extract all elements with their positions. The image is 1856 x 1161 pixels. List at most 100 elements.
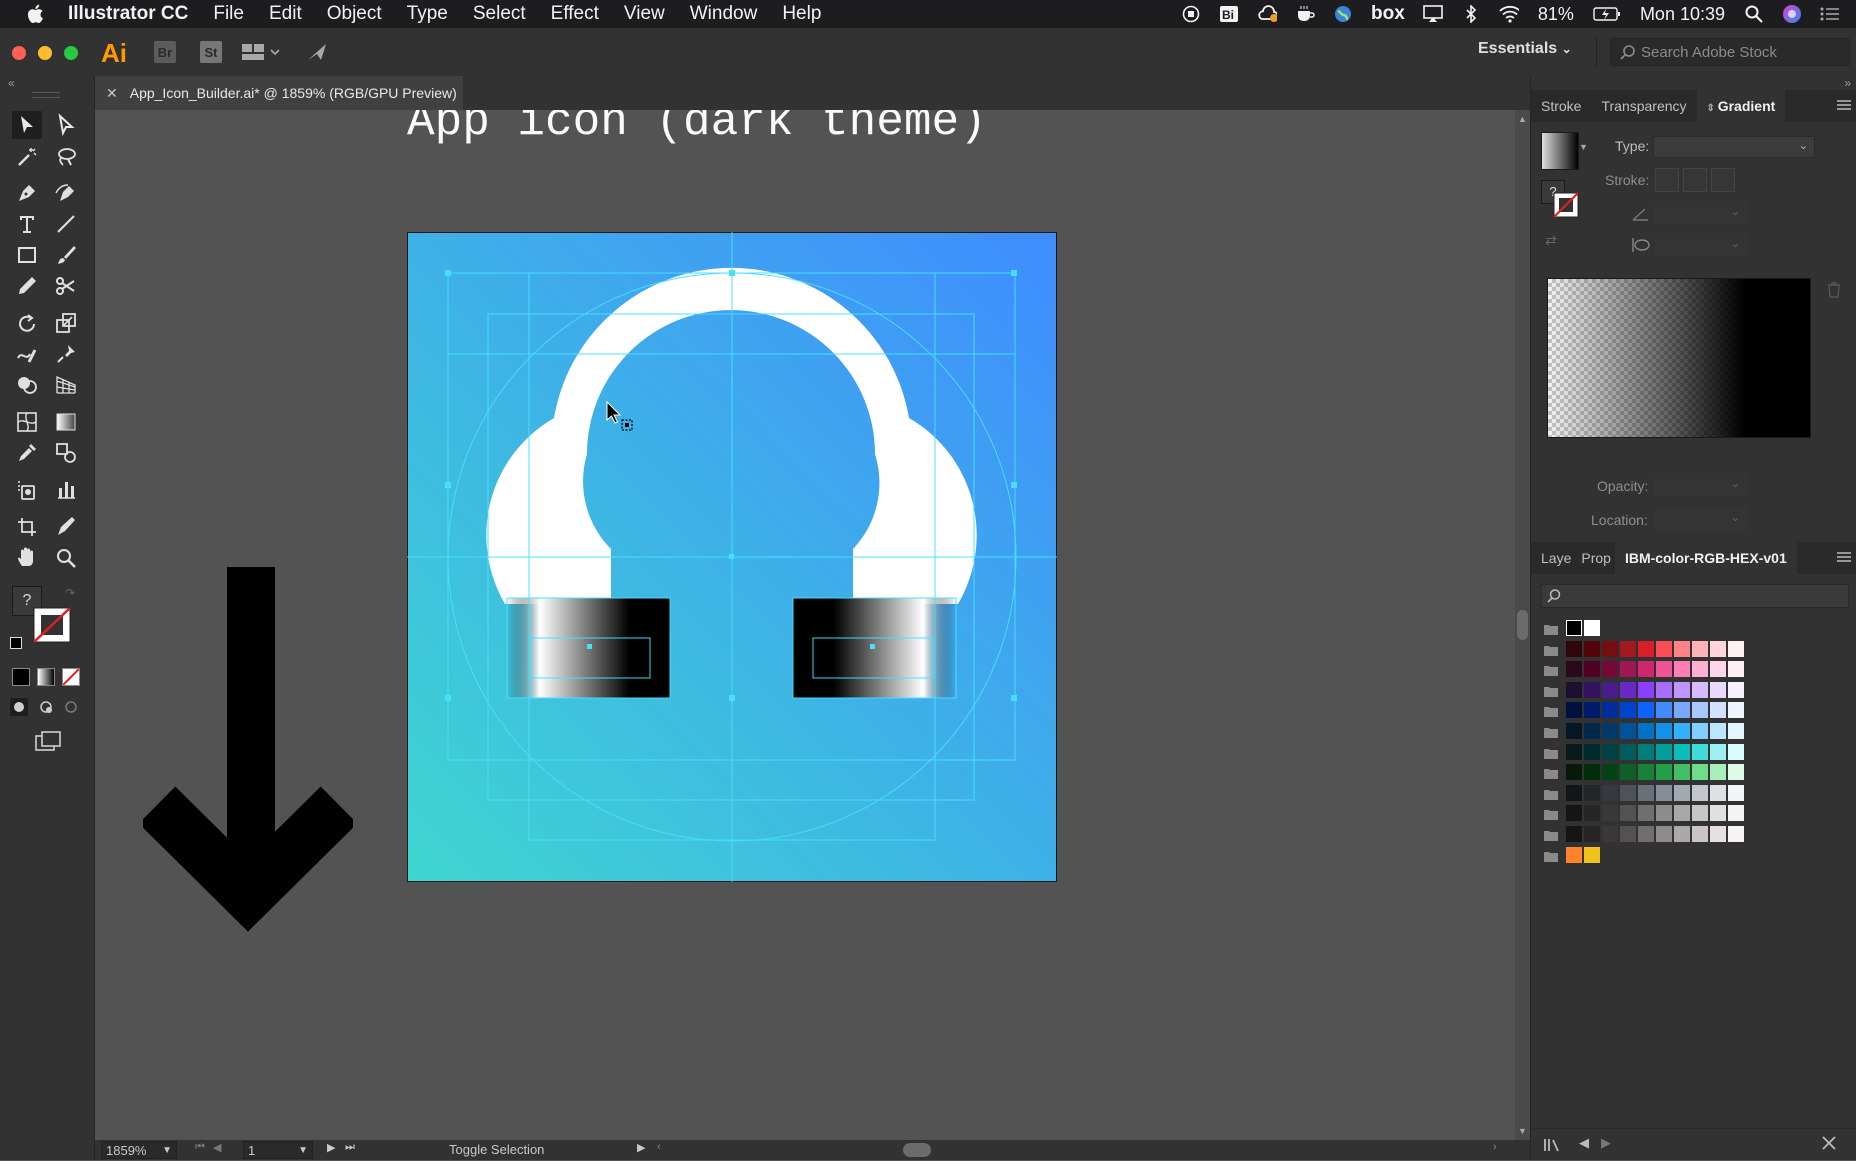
gradient-slider-preview[interactable] <box>1547 278 1811 438</box>
menu-window[interactable]: Window <box>690 3 758 25</box>
expand-panels-icon[interactable]: » <box>1844 76 1851 90</box>
folder-icon[interactable] <box>1544 849 1558 862</box>
color-swatch[interactable] <box>1566 723 1582 739</box>
color-swatch[interactable] <box>1692 826 1708 842</box>
color-swatch[interactable] <box>1620 826 1636 842</box>
gradient-stroke-swatch[interactable] <box>1553 192 1579 223</box>
selection-tool[interactable] <box>12 111 42 139</box>
paintbrush-tool[interactable] <box>51 241 81 269</box>
color-swatch[interactable] <box>1620 744 1636 760</box>
color-swatch[interactable] <box>1728 826 1744 842</box>
bridge-button[interactable]: Br <box>154 41 176 63</box>
color-swatch[interactable] <box>1710 805 1726 821</box>
swap-fill-stroke-icon[interactable]: ↷ <box>65 586 75 600</box>
wifi-icon[interactable] <box>1499 5 1519 23</box>
menu-view[interactable]: View <box>624 3 665 25</box>
color-swatch[interactable] <box>1710 702 1726 718</box>
scrollbar-thumb[interactable] <box>1517 610 1528 640</box>
color-swatch[interactable] <box>1566 805 1582 821</box>
color-swatch[interactable] <box>1692 682 1708 698</box>
color-swatch[interactable] <box>1602 682 1618 698</box>
symbol-sprayer-tool[interactable] <box>12 476 42 504</box>
stroke-along-button[interactable] <box>1683 168 1707 192</box>
warp-tool[interactable] <box>12 340 42 368</box>
menu-file[interactable]: File <box>213 3 244 25</box>
gradient-type-select[interactable]: ⌄ <box>1653 136 1815 158</box>
status-text[interactable]: Toggle Selection <box>449 1142 544 1157</box>
color-swatch[interactable] <box>1710 641 1726 657</box>
tab-stroke[interactable]: Stroke <box>1531 90 1591 122</box>
zoom-window-button[interactable] <box>64 46 78 60</box>
menu-type[interactable]: Type <box>407 3 448 25</box>
pencil-tool[interactable] <box>12 272 42 300</box>
lasso-tool[interactable] <box>51 143 81 171</box>
color-swatch[interactable] <box>1710 826 1726 842</box>
folder-icon[interactable] <box>1544 725 1558 738</box>
line-tool[interactable] <box>51 210 81 238</box>
color-swatch[interactable] <box>1602 723 1618 739</box>
color-swatch[interactable] <box>1584 744 1600 760</box>
color-swatch[interactable] <box>1692 661 1708 677</box>
draw-normal-icon[interactable] <box>10 698 28 716</box>
spotlight-icon[interactable] <box>1744 5 1764 23</box>
color-swatch[interactable] <box>1584 805 1600 821</box>
color-swatch[interactable] <box>1638 682 1654 698</box>
color-swatch[interactable] <box>1674 723 1690 739</box>
first-artboard-icon[interactable]: ⏮ <box>195 1141 205 1154</box>
creative-cloud-icon[interactable] <box>1257 5 1277 23</box>
toolbar-grip[interactable] <box>32 92 60 98</box>
hand-tool[interactable] <box>12 544 42 572</box>
color-swatch[interactable] <box>1638 805 1654 821</box>
siri-icon[interactable] <box>1782 5 1802 23</box>
slice-tool[interactable] <box>51 513 81 541</box>
next-artboard-icon[interactable]: ▶ <box>327 1141 335 1154</box>
screen-mode-icon[interactable] <box>34 730 62 759</box>
color-swatch[interactable] <box>1620 682 1636 698</box>
color-swatch[interactable] <box>1620 785 1636 801</box>
aspect-ratio-field[interactable]: ⌄ <box>1655 234 1747 256</box>
scissors-tool[interactable] <box>51 272 81 300</box>
color-swatch[interactable] <box>1728 764 1744 780</box>
previous-library-icon[interactable]: ◀ <box>1579 1135 1589 1151</box>
color-swatch[interactable] <box>1656 702 1672 718</box>
menu-help[interactable]: Help <box>782 3 821 25</box>
color-swatch[interactable] <box>1692 764 1708 780</box>
collapse-toolbar-icon[interactable]: « <box>8 76 15 90</box>
color-swatch[interactable] <box>1656 661 1672 677</box>
color-swatch[interactable] <box>1728 785 1744 801</box>
color-swatch[interactable] <box>1710 785 1726 801</box>
folder-icon[interactable] <box>1544 704 1558 717</box>
none-mode-button[interactable] <box>62 668 80 686</box>
color-swatch[interactable] <box>1638 661 1654 677</box>
location-field[interactable]: ⌄ <box>1655 508 1747 530</box>
color-swatch[interactable] <box>1638 744 1654 760</box>
color-swatch[interactable] <box>1728 805 1744 821</box>
chevron-down-icon[interactable]: ▼ <box>1579 142 1588 152</box>
close-icon[interactable]: ✕ <box>106 85 118 102</box>
arrange-documents-icon[interactable] <box>242 42 282 67</box>
folder-icon[interactable] <box>1544 828 1558 841</box>
color-swatch[interactable] <box>1710 723 1726 739</box>
color-swatch[interactable] <box>1566 702 1582 718</box>
color-swatch[interactable] <box>1674 682 1690 698</box>
folder-icon[interactable] <box>1544 663 1558 676</box>
scale-tool[interactable] <box>51 309 81 337</box>
draw-inside-icon[interactable] <box>62 698 80 721</box>
delete-stop-icon[interactable] <box>1827 282 1841 303</box>
color-swatch[interactable] <box>1584 682 1600 698</box>
color-swatch[interactable] <box>1602 826 1618 842</box>
color-swatch[interactable] <box>1566 661 1582 677</box>
folder-icon[interactable] <box>1544 622 1558 635</box>
color-swatch[interactable] <box>1602 641 1618 657</box>
color-swatch[interactable] <box>1602 702 1618 718</box>
color-swatch[interactable] <box>1674 785 1690 801</box>
document-tab[interactable]: ✕ App_Icon_Builder.ai* @ 1859% (RGB/GPU … <box>95 76 463 110</box>
curvature-tool[interactable] <box>51 179 81 207</box>
reverse-gradient-icon[interactable]: ⇄ <box>1545 232 1557 249</box>
color-swatch[interactable] <box>1710 661 1726 677</box>
panel-menu-icon[interactable] <box>1837 550 1851 566</box>
stock-button[interactable]: St <box>200 41 222 63</box>
color-swatch[interactable] <box>1710 744 1726 760</box>
stroke-within-button[interactable] <box>1655 168 1679 192</box>
pen-tool[interactable] <box>12 179 42 207</box>
